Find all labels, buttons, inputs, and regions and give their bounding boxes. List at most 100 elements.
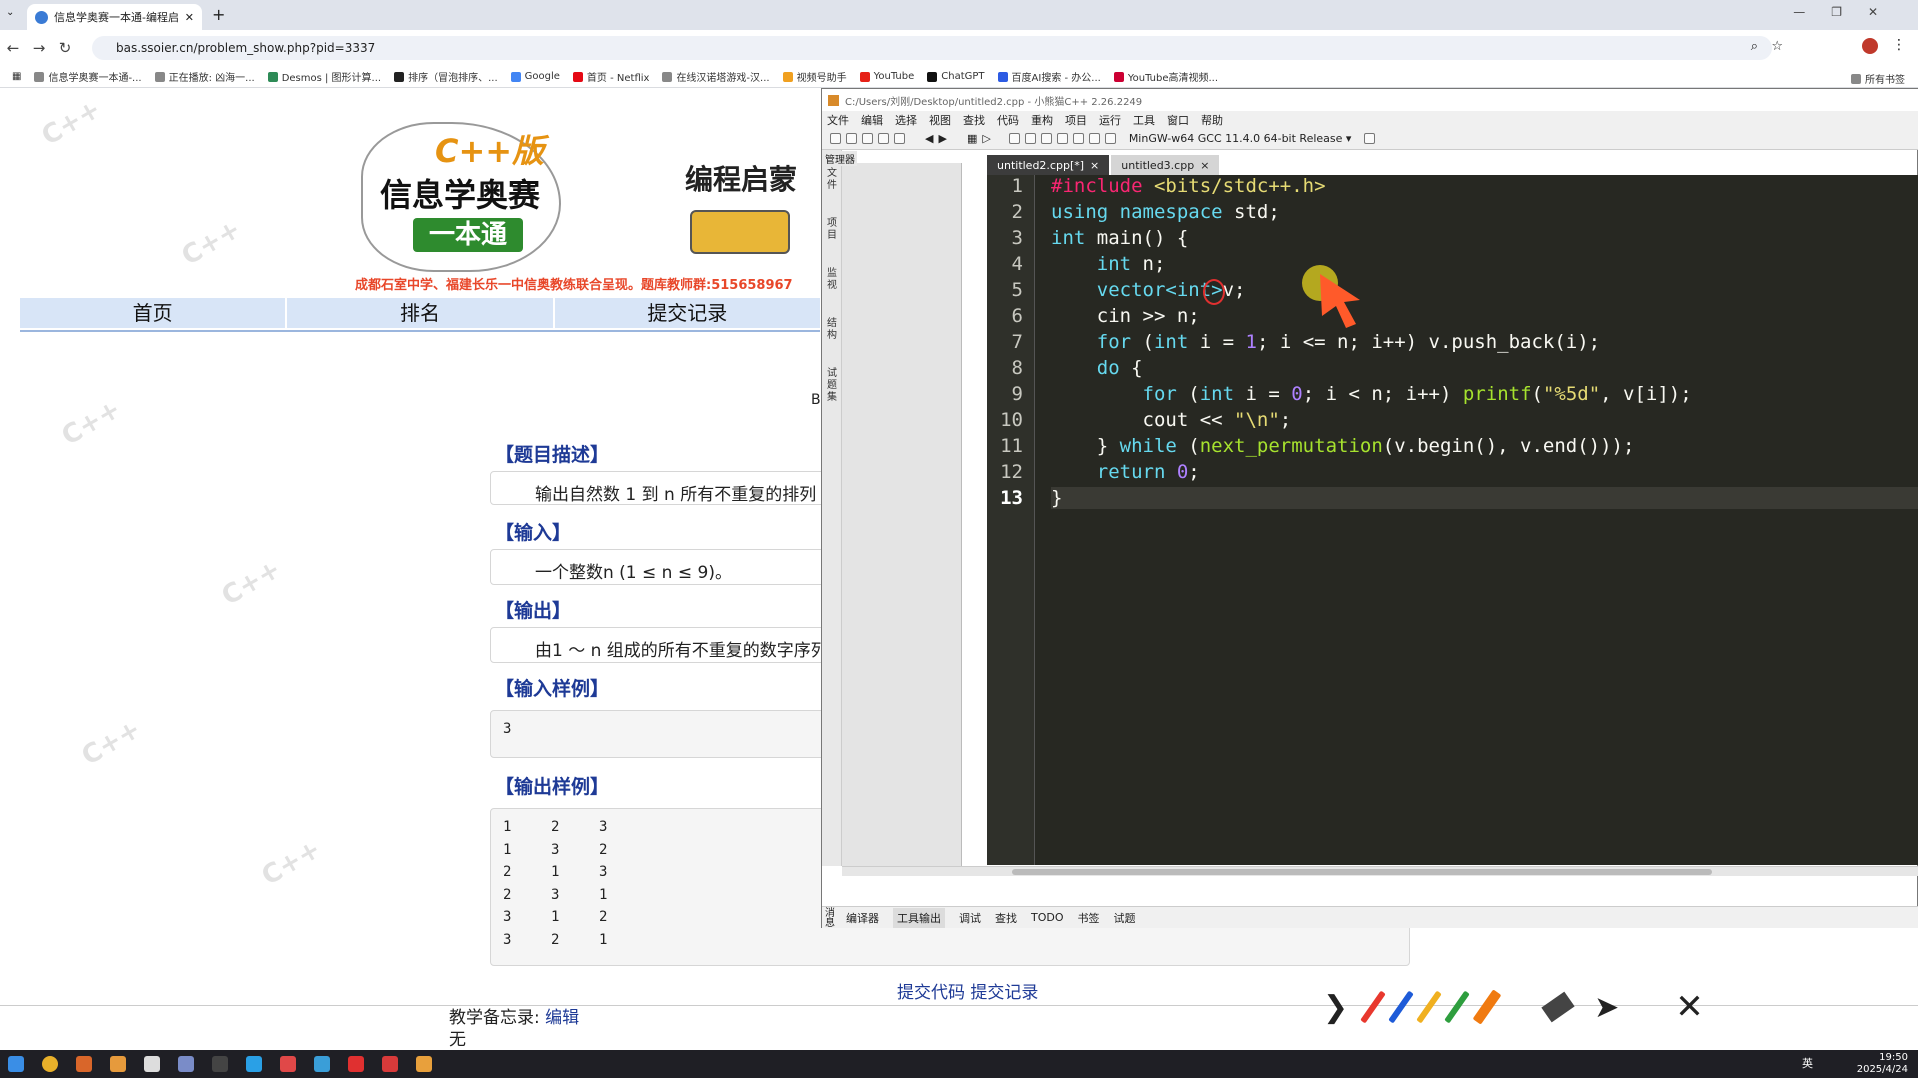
url-input[interactable]: bas.ssoier.cn/problem_show.php?pid=3337 (92, 36, 1772, 60)
bookmark-item[interactable]: 百度AI搜索 - 办公... (997, 69, 1101, 84)
blue-pen-icon[interactable] (1388, 990, 1414, 1024)
bookmark-item[interactable]: 首页 - Netflix (572, 69, 649, 84)
ime-indicator[interactable]: 英 (1802, 1058, 1813, 1070)
run-icon[interactable]: ▷ (982, 132, 990, 145)
menu-select[interactable]: 选择 (895, 112, 917, 128)
start-icon[interactable] (8, 1056, 24, 1072)
close-file-icon[interactable] (894, 133, 905, 144)
highlighter-icon[interactable] (1472, 989, 1502, 1025)
bottom-tab-compiler[interactable]: 编译器 (846, 910, 879, 926)
menu-run[interactable]: 运行 (1099, 112, 1121, 128)
menu-code[interactable]: 代码 (997, 112, 1019, 128)
step-into-icon[interactable] (1040, 133, 1052, 144)
close-icon[interactable]: ✕ (1675, 987, 1704, 1027)
new-tab-button[interactable]: + (212, 5, 225, 24)
nav-home[interactable]: 首页 (20, 298, 286, 328)
side-tab-structure[interactable]: 结构 (825, 318, 839, 342)
stop-icon[interactable] (1088, 133, 1100, 144)
app-icon[interactable] (212, 1056, 228, 1072)
menu-tools[interactable]: 工具 (1133, 112, 1155, 128)
app-icon[interactable] (348, 1056, 364, 1072)
save-all-icon[interactable] (878, 133, 889, 144)
window-controls[interactable]: —❐✕ (1793, 5, 1904, 19)
memo-edit-link[interactable]: 编辑 (545, 1008, 579, 1028)
bottom-tab-search[interactable]: 查找 (995, 910, 1017, 926)
bookmark-item[interactable]: 视频号助手 (782, 69, 847, 84)
open-icon[interactable] (846, 133, 857, 144)
submit-records-link[interactable]: 提交记录 (970, 983, 1038, 1003)
green-pen-icon[interactable] (1444, 990, 1470, 1024)
app-icon[interactable] (246, 1056, 262, 1072)
back-nav-icon[interactable]: ◀ (925, 132, 933, 145)
nav-ranking[interactable]: 排名 (287, 298, 553, 328)
menu-file[interactable]: 文件 (827, 112, 849, 128)
side-tab-files[interactable]: 文件 (825, 168, 839, 192)
bookmark-item[interactable]: 信息学奥赛一本通-... (34, 69, 142, 84)
compile-icon[interactable]: ▦ (967, 132, 977, 145)
tab-close-icon[interactable]: × (1200, 159, 1209, 172)
bottom-tab-problems[interactable]: 试题 (1114, 910, 1136, 926)
tab-untitled3[interactable]: untitled3.cpp × (1111, 155, 1220, 175)
app-icon[interactable] (144, 1056, 160, 1072)
submit-code-link[interactable]: 提交代码 (897, 983, 965, 1003)
reload-icon[interactable]: ↻ (52, 39, 78, 57)
compiler-options-icon[interactable] (1364, 133, 1376, 144)
bookmark-item[interactable]: Desmos | 图形计算... (267, 69, 381, 84)
clock-date[interactable]: 2025/4/24 (1857, 1064, 1908, 1076)
app-icon[interactable] (280, 1056, 296, 1072)
new-file-icon[interactable] (830, 133, 841, 144)
menu-project[interactable]: 项目 (1065, 112, 1087, 128)
ide-taskbar-icon[interactable] (416, 1056, 432, 1072)
zoom-icon[interactable]: ⌕ (1751, 39, 1758, 54)
back-icon[interactable]: ← (0, 39, 26, 57)
red-pen-icon[interactable] (1360, 990, 1386, 1024)
nav-submissions[interactable]: 提交记录 (554, 298, 820, 328)
all-bookmarks[interactable]: 所有书签 (1851, 71, 1905, 86)
bottom-tab-todo[interactable]: TODO (1031, 911, 1064, 924)
bookmark-item[interactable]: ChatGPT (927, 71, 985, 82)
star-icon[interactable]: ☆ (1771, 39, 1783, 54)
menu-help[interactable]: 帮助 (1201, 112, 1223, 128)
bookmark-item[interactable]: YouTube (859, 71, 914, 82)
clock-time[interactable]: 19:50 (1857, 1052, 1908, 1064)
bottom-tab-bookmarks[interactable]: 书签 (1078, 910, 1100, 926)
app-icon[interactable] (178, 1056, 194, 1072)
bookmark-item[interactable]: 在线汉诺塔游戏-汉... (662, 69, 770, 84)
step-out-icon[interactable] (1056, 133, 1068, 144)
eraser-icon[interactable] (1541, 991, 1575, 1023)
stop-debug-icon[interactable] (1104, 133, 1116, 144)
step-icon[interactable] (1024, 133, 1036, 144)
bookmark-item[interactable]: YouTube高清视频... (1113, 69, 1218, 84)
app-icon[interactable] (110, 1056, 126, 1072)
app-icon[interactable] (76, 1056, 92, 1072)
chrome-icon[interactable] (42, 1056, 58, 1072)
side-tab-watch[interactable]: 监视 (825, 268, 839, 292)
menu-window[interactable]: 窗口 (1167, 112, 1189, 128)
continue-icon[interactable] (1072, 133, 1084, 144)
forward-icon[interactable]: → (26, 39, 52, 57)
bookmark-item[interactable]: 排序（冒泡排序、... (394, 69, 498, 84)
tab-list-icon[interactable]: ⌄ (6, 7, 14, 18)
save-icon[interactable] (862, 133, 873, 144)
code-editor[interactable]: 1 2 3 4 5 6 7 8 9 10 11 12 13 #include <… (987, 175, 1918, 865)
yellow-pen-icon[interactable] (1416, 990, 1442, 1024)
menu-icon[interactable]: ⋮ (1892, 37, 1906, 53)
menu-search[interactable]: 查找 (963, 112, 985, 128)
app-icon[interactable] (314, 1056, 330, 1072)
chevron-right-icon[interactable]: ❯ (1323, 990, 1348, 1025)
debug-icon[interactable] (1008, 133, 1020, 144)
menu-refactor[interactable]: 重构 (1031, 112, 1053, 128)
compiler-select[interactable]: MinGW-w64 GCC 11.4.0 64-bit Release ▾ (1129, 132, 1352, 145)
tab-untitled2[interactable]: untitled2.cpp[*] × (987, 155, 1110, 175)
browser-tab[interactable]: 信息学奥赛一本通-编程启蒙（C ✕ (27, 4, 202, 30)
tab-close-icon[interactable]: ✕ (185, 11, 194, 24)
messages-side-tab[interactable]: 消息 (825, 909, 839, 929)
bookmark-item[interactable]: Google (510, 71, 560, 82)
bottom-tab-tool-output[interactable]: 工具输出 (893, 907, 945, 928)
avatar[interactable] (1862, 38, 1878, 54)
bottom-tab-debug[interactable]: 调试 (959, 910, 981, 926)
tab-close-icon[interactable]: × (1090, 159, 1099, 172)
wps-icon[interactable] (382, 1056, 398, 1072)
side-tab-project[interactable]: 项目 (825, 218, 839, 242)
pointer-icon[interactable]: ➤ (1594, 990, 1619, 1025)
